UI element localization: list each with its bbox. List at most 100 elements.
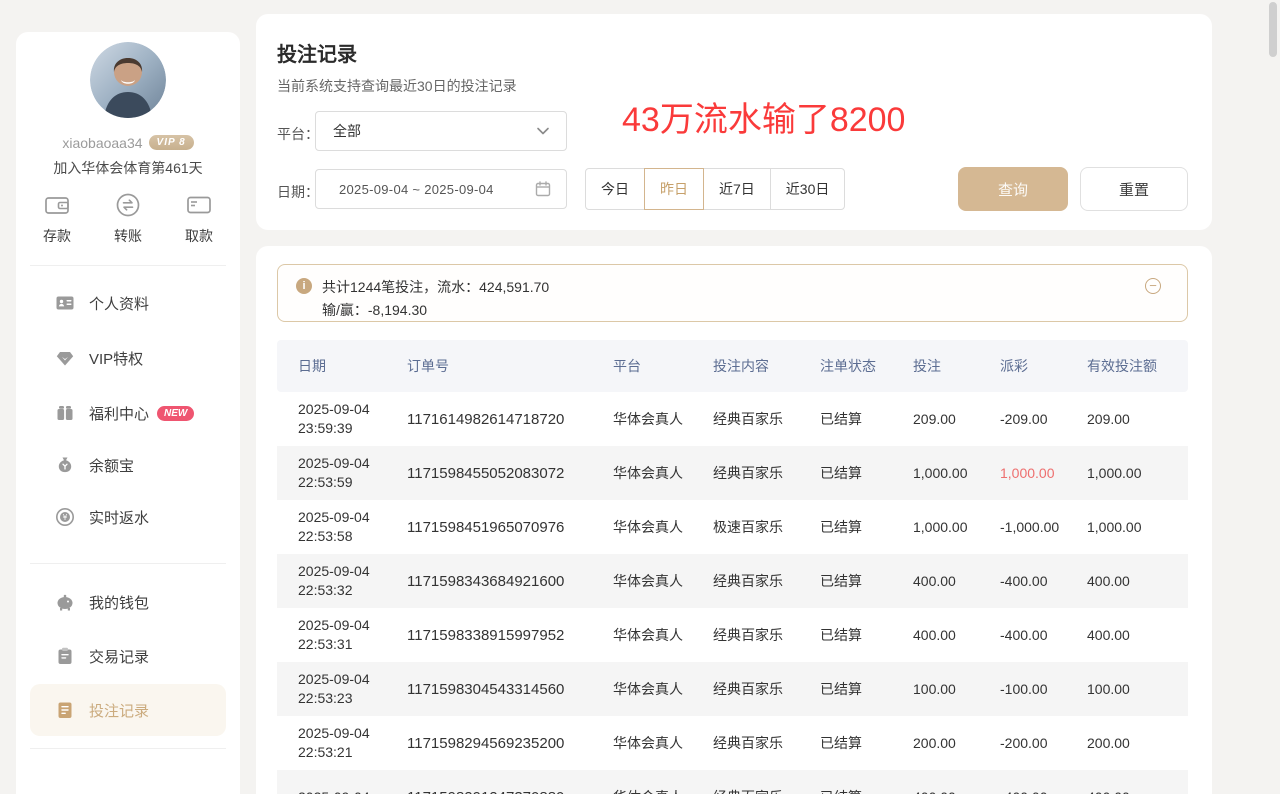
quick-date-button[interactable]: 近7日 (703, 168, 771, 210)
wallet-actions: 存款 转账取款 (16, 190, 240, 246)
page-title: 投注记录 (277, 38, 357, 67)
cell-valid: 400.00 (1087, 573, 1188, 589)
rebate-icon: ¥ (55, 507, 75, 527)
cell-payout: -400.00 (1000, 627, 1087, 643)
column-header: 派彩 (1000, 356, 1087, 376)
sidebar-item-label: 余额宝 (89, 455, 134, 476)
moneybag-icon (55, 455, 75, 475)
action-label: 存款 (43, 226, 71, 246)
cell-date: 2025-09-0422:53:31 (298, 616, 407, 654)
sidebar-item-label: 实时返水 (89, 507, 149, 528)
reset-button[interactable]: 重置 (1080, 167, 1188, 211)
sidebar: xiaobaoaa34VIP 8 加入华体会体育第461天 存款转账取款 个人资… (16, 32, 240, 794)
platform-select[interactable]: 全部 (315, 111, 567, 151)
column-header: 投注内容 (713, 356, 820, 376)
svg-text:¥: ¥ (63, 513, 68, 522)
sidebar-item-label: VIP特权 (89, 348, 143, 369)
cell-payout: -209.00 (1000, 411, 1087, 427)
sidebar-item-9[interactable]: 兑奖记录 (30, 776, 226, 794)
column-header: 日期 (298, 356, 407, 376)
cell-order: 1171598455052083072 (407, 465, 613, 482)
piggy-icon (55, 592, 75, 612)
cell-platform: 华体会真人 (613, 571, 713, 591)
cell-payout: -200.00 (1000, 735, 1087, 751)
cell-valid: 400.00 (1087, 789, 1188, 794)
sidebar-item-4[interactable]: 余额宝 (30, 439, 226, 491)
cell-payout: -100.00 (1000, 681, 1087, 697)
sidebar-item-8[interactable]: 投注记录 (30, 684, 226, 736)
cell-status: 已结算 (820, 517, 913, 537)
cell-payout: -400.00 (1000, 789, 1087, 794)
cell-platform: 华体会真人 (613, 409, 713, 429)
platform-select-value: 全部 (333, 121, 534, 141)
page-subtitle: 当前系统支持查询最近30日的投注记录 (277, 76, 517, 96)
action-card[interactable]: 取款 (169, 190, 229, 246)
table-row: 2025-09-0422:53:591171598455052083072华体会… (277, 446, 1188, 500)
card-icon (184, 190, 214, 220)
cell-content: 经典百家乐 (713, 409, 820, 429)
query-button[interactable]: 查询 (958, 167, 1068, 211)
cell-status: 已结算 (820, 409, 913, 429)
table-body: 2025-09-0423:59:391171614982614718720华体会… (277, 392, 1188, 794)
bet-record-icon (55, 700, 75, 720)
column-header: 投注 (913, 356, 1000, 376)
action-transfer[interactable]: 转账 (98, 190, 158, 246)
action-wallet[interactable]: 存款 (27, 190, 87, 246)
transfer-icon (113, 190, 143, 220)
cell-status: 已结算 (820, 733, 913, 753)
collapse-icon[interactable]: − (1145, 278, 1161, 294)
quick-date-button[interactable]: 昨日 (644, 168, 704, 210)
new-badge: NEW (157, 406, 194, 421)
wallet-icon (42, 190, 72, 220)
sidebar-item-5[interactable]: ¥ 实时返水 (30, 491, 226, 543)
cell-content: 极速百家乐 (713, 517, 820, 537)
cell-valid: 400.00 (1087, 627, 1188, 643)
date-label: 日期： (277, 182, 319, 202)
cell-content: 经典百家乐 (713, 679, 820, 699)
cell-bet: 1,000.00 (913, 519, 1000, 535)
cell-bet: 100.00 (913, 681, 1000, 697)
cell-bet: 400.00 (913, 627, 1000, 643)
quick-date-button[interactable]: 近30日 (770, 168, 846, 210)
sidebar-item-2[interactable]: VIP特权 (30, 332, 226, 384)
sidebar-item-label: 福利中心 (89, 403, 149, 424)
gift-icon (55, 403, 75, 423)
table-row: 2025-09-0422:53:211171598294569235200华体会… (277, 716, 1188, 770)
quick-date-button[interactable]: 今日 (585, 168, 645, 210)
cell-date: 2025-09-0422:53:59 (298, 454, 407, 492)
sidebar-item-label: 投注记录 (89, 700, 149, 721)
sidebar-item-1[interactable]: 个人资料 (30, 277, 226, 329)
column-header: 有效投注额 (1087, 356, 1188, 376)
cell-platform: 华体会真人 (613, 517, 713, 537)
table-row: 2025-09-0422:53:311171598338915997952华体会… (277, 608, 1188, 662)
summary-line2: 输/赢：-8,194.30 (322, 300, 427, 320)
quick-date-buttons: 今日昨日近7日近30日 (585, 168, 845, 210)
scrollbar-thumb[interactable] (1269, 2, 1277, 57)
cell-payout: 1,000.00 (1000, 465, 1087, 481)
vip-badge: VIP 8 (149, 135, 194, 150)
table-row: 2025-09-0422:53:231171598304543314560华体会… (277, 662, 1188, 716)
cell-status: 已结算 (820, 787, 913, 794)
cell-platform: 华体会真人 (613, 787, 713, 794)
sidebar-item-3[interactable]: 福利中心 NEW (30, 387, 226, 439)
calendar-icon (534, 180, 552, 198)
cell-order: 1171598294569235200 (407, 735, 613, 752)
sidebar-item-7[interactable]: 交易记录 (30, 630, 226, 682)
avatar (90, 42, 166, 118)
sidebar-item-label: 个人资料 (89, 293, 149, 314)
cell-date: 2025-09-0422:53:23 (298, 670, 407, 708)
table-row: 2025-09-0422:53:581171598451965070976华体会… (277, 500, 1188, 554)
cell-payout: -400.00 (1000, 573, 1087, 589)
cell-order: 1171598291247370880 (407, 789, 613, 794)
cell-valid: 100.00 (1087, 681, 1188, 697)
cell-bet: 400.00 (913, 789, 1000, 794)
cell-date: 2025-09-04 (298, 788, 407, 794)
cell-status: 已结算 (820, 463, 913, 483)
id-card-icon (55, 293, 75, 313)
date-range-input[interactable]: 2025-09-04 ~ 2025-09-04 (315, 169, 567, 209)
summary-box: i 共计1244笔投注，流水：424,591.70 输/赢：-8,194.30 … (277, 264, 1188, 322)
cell-date: 2025-09-0422:53:32 (298, 562, 407, 600)
sidebar-item-label: 交易记录 (89, 646, 149, 667)
sidebar-item-6[interactable]: 我的钱包 (30, 576, 226, 628)
table-row: 2025-09-0422:53:321171598343684921600华体会… (277, 554, 1188, 608)
